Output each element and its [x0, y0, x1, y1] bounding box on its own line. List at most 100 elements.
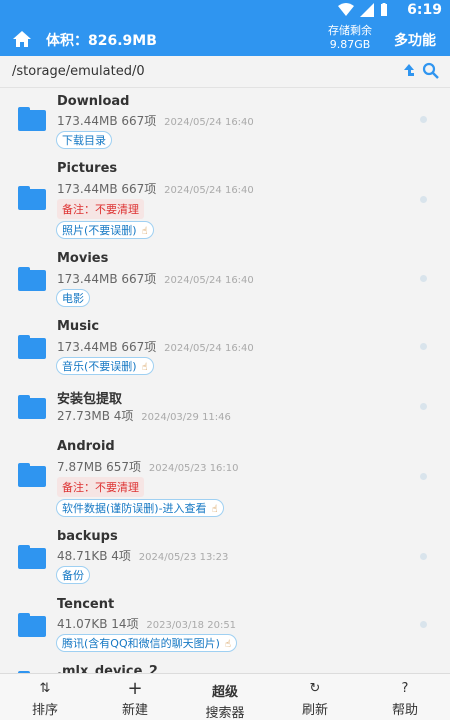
item-name: Music: [57, 319, 100, 334]
item-count: 657项: [106, 460, 142, 474]
go-up-icon[interactable]: [400, 63, 416, 79]
item-name: Tencent: [57, 597, 115, 612]
item-size: 48.71KB: [57, 549, 108, 563]
list-item[interactable]: .mlx_device_2: [0, 661, 450, 673]
super-search-label-2: 搜索器: [205, 706, 245, 720]
folder-icon: [18, 267, 46, 291]
file-list: Download 173.44MB 667项 2024/05/24 16:40 …: [0, 89, 450, 673]
folder-icon: [18, 186, 46, 210]
item-date: 2024/05/24 16:40: [164, 275, 254, 286]
wifi-icon: [338, 3, 354, 16]
item-indicator: [420, 553, 427, 560]
folder-icon: [18, 613, 46, 637]
item-size: 173.44MB: [57, 340, 118, 354]
pin-icon: ☝: [211, 504, 218, 515]
status-bar: 6:19: [0, 0, 450, 22]
super-search-label-1: 超级: [211, 685, 238, 700]
item-tag[interactable]: 软件数据(谨防误删)-进入查看 ☝: [56, 499, 224, 517]
new-label: 新建: [121, 703, 148, 718]
item-meta: 7.87MB 657项 2024/05/23 16:10: [57, 458, 239, 475]
list-item[interactable]: Pictures 173.44MB 667项 2024/05/24 16:40 …: [0, 155, 450, 247]
item-meta: 173.44MB 667项 2024/05/24 16:40: [57, 180, 254, 197]
folder-icon: [18, 395, 46, 419]
item-size: 173.44MB: [57, 272, 118, 286]
search-icon[interactable]: [422, 62, 440, 80]
item-size: 173.44MB: [57, 182, 118, 196]
item-meta: 41.07KB 14项 2023/03/18 20:51: [57, 615, 236, 632]
list-item[interactable]: Tencent 41.07KB 14项 2023/03/18 20:51 腾讯(…: [0, 593, 450, 661]
status-icons: [338, 3, 388, 17]
item-name: Download: [57, 94, 130, 109]
list-item[interactable]: Android 7.87MB 657项 2024/05/23 16:10 备注：…: [0, 431, 450, 525]
refresh-label: 刷新: [301, 703, 328, 718]
item-meta: 27.73MB 4项 2024/03/29 11:46: [57, 407, 231, 424]
item-tag-label: 软件数据(谨防误删)-进入查看: [62, 502, 207, 515]
item-count: 667项: [121, 340, 157, 354]
list-item[interactable]: Download 173.44MB 667项 2024/05/24 16:40 …: [0, 89, 450, 155]
item-tag-label: 照片(不要误删): [62, 224, 137, 237]
folder-icon: [18, 545, 46, 569]
item-date: 2024/05/24 16:40: [164, 117, 254, 128]
help-button[interactable]: ? 帮助: [360, 674, 450, 720]
new-button[interactable]: + 新建: [90, 674, 180, 720]
pin-icon: ☝: [141, 226, 148, 237]
super-search-button[interactable]: 超级 搜索器: [180, 674, 270, 720]
item-name: Android: [57, 439, 115, 454]
refresh-icon: ↻: [309, 681, 321, 696]
help-icon: ?: [401, 681, 409, 696]
item-count: 14项: [111, 617, 139, 631]
item-tag-label: 腾讯(含有QQ和微信的聊天图片): [62, 637, 220, 650]
item-count: 667项: [121, 182, 157, 196]
item-date: 2024/03/29 11:46: [141, 412, 231, 423]
pin-icon: ☝: [224, 639, 231, 650]
item-date: 2024/05/24 16:40: [164, 343, 254, 354]
volume-label: 体积：826.9MB: [46, 33, 157, 49]
item-count: 667项: [121, 272, 157, 286]
pin-icon: ☝: [141, 362, 148, 373]
plus-icon: +: [127, 678, 143, 699]
item-tag[interactable]: 电影: [56, 289, 90, 307]
item-indicator: [420, 116, 427, 123]
signal-icon: [360, 3, 374, 17]
refresh-button[interactable]: ↻ 刷新: [270, 674, 360, 720]
list-item[interactable]: Music 173.44MB 667项 2024/05/24 16:40 音乐(…: [0, 315, 450, 383]
item-meta: 173.44MB 667项 2024/05/24 16:40: [57, 112, 254, 129]
list-item[interactable]: 安装包提取 27.73MB 4项 2024/03/29 11:46: [0, 383, 450, 431]
item-meta: 48.71KB 4项 2024/05/23 13:23: [57, 547, 228, 564]
item-tag[interactable]: 照片(不要误删) ☝: [56, 221, 154, 239]
item-indicator: [420, 343, 427, 350]
list-item[interactable]: Movies 173.44MB 667项 2024/05/24 16:40 电影: [0, 247, 450, 315]
item-size: 173.44MB: [57, 114, 118, 128]
path-bar: /storage/emulated/0: [0, 56, 450, 88]
item-name: 安装包提取: [57, 392, 123, 407]
item-note: 备注：不要清理: [57, 199, 144, 219]
item-tag[interactable]: 备份: [56, 566, 90, 584]
storage-label: 存储剩余: [328, 24, 372, 37]
folder-icon: [18, 463, 46, 487]
folder-icon: [18, 335, 46, 359]
item-tag-label: 音乐(不要误删): [62, 360, 137, 373]
item-tag[interactable]: 腾讯(含有QQ和微信的聊天图片) ☝: [56, 634, 237, 652]
item-meta: 173.44MB 667项 2024/05/24 16:40: [57, 270, 254, 287]
item-indicator: [420, 196, 427, 203]
sort-icon: ⇅: [39, 681, 51, 696]
home-icon[interactable]: [12, 29, 32, 49]
item-date: 2023/03/18 20:51: [146, 620, 237, 631]
item-name: .mlx_device_2: [57, 664, 158, 673]
item-size: 27.73MB: [57, 409, 110, 423]
item-count: 667项: [121, 114, 157, 128]
item-count: 4项: [111, 549, 131, 563]
item-tag[interactable]: 下载目录: [56, 131, 112, 149]
item-name: Pictures: [57, 161, 118, 176]
list-item[interactable]: backups 48.71KB 4项 2024/05/23 13:23 备份: [0, 525, 450, 593]
item-indicator: [420, 473, 427, 480]
item-tag[interactable]: 音乐(不要误删) ☝: [56, 357, 154, 375]
item-name: Movies: [57, 251, 109, 266]
bottom-toolbar: ⇅ 排序 + 新建 超级 搜索器 ↻ 刷新 ? 帮助: [0, 673, 450, 720]
multi-function-button[interactable]: 多功能: [394, 30, 436, 50]
item-indicator: [420, 275, 427, 282]
item-date: 2024/05/23 13:23: [138, 552, 229, 563]
sort-button[interactable]: ⇅ 排序: [0, 674, 90, 720]
app-bar: 体积：826.9MB 存储剩余 9.87GB 多功能: [0, 22, 450, 56]
help-label: 帮助: [391, 703, 418, 718]
